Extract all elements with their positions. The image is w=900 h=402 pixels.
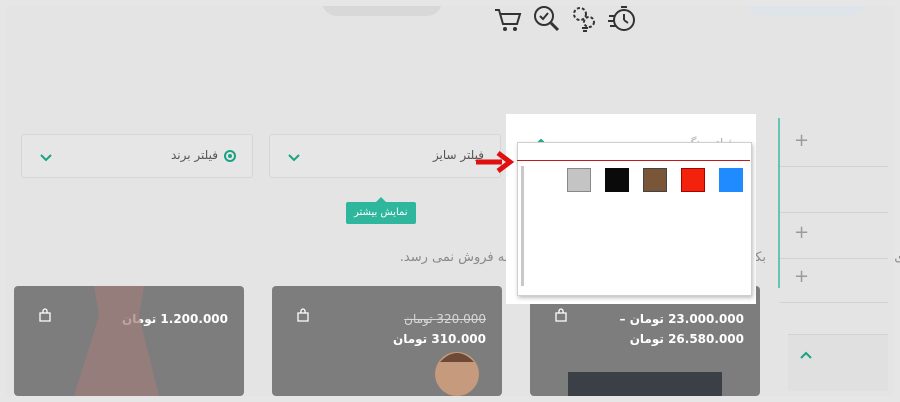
gears-icon: [573, 7, 595, 32]
decorative-shape: [746, 6, 866, 16]
sidebar-item[interactable]: +: [780, 258, 888, 303]
cart-icon: [495, 9, 522, 31]
notice-start: ای: [894, 250, 900, 265]
color-swatch-gray[interactable]: [567, 168, 591, 192]
show-more-button[interactable]: نمایش بیشتر: [346, 197, 416, 224]
search-check-icon: [534, 6, 560, 32]
filter-label: فیلتر برند: [171, 148, 218, 162]
sidebar-filters: + + +: [780, 118, 888, 318]
plus-icon[interactable]: +: [794, 266, 809, 287]
product-image: [435, 352, 479, 396]
plus-icon[interactable]: +: [794, 130, 809, 151]
sidebar-item[interactable]: +: [780, 212, 888, 259]
sidebar-collapsible[interactable]: [788, 334, 888, 391]
shopping-bag-icon[interactable]: [38, 308, 52, 322]
radio-dot-icon: [224, 149, 236, 162]
product-image: [74, 286, 159, 396]
color-swatch-black[interactable]: [605, 168, 629, 192]
chevron-down-icon: [288, 154, 300, 162]
sidebar-item: [780, 166, 888, 213]
arrow-right-icon: [476, 151, 514, 173]
chevron-down-icon: [40, 154, 52, 162]
color-dropdown: [517, 142, 752, 296]
color-swatch-brown[interactable]: [643, 168, 667, 192]
size-filter[interactable]: فیلتر سایز: [269, 134, 501, 178]
shopping-bag-icon[interactable]: [554, 308, 568, 322]
stopwatch-icon: [608, 6, 635, 31]
color-swatch-red[interactable]: [681, 168, 705, 192]
sidebar-item[interactable]: +: [780, 118, 888, 167]
shopping-bag-icon[interactable]: [296, 308, 310, 322]
brand-filter[interactable]: فیلتر برند: [21, 134, 253, 178]
decorative-shape: [322, 6, 442, 16]
plus-icon[interactable]: +: [794, 222, 809, 243]
product-old-price: 320.000 تومان: [404, 312, 486, 326]
underline: [517, 160, 750, 161]
dropdown-scrollbar[interactable]: [521, 166, 524, 286]
color-swatch-blue[interactable]: [719, 168, 743, 192]
product-price: 23.000.000 تومان –: [619, 312, 744, 326]
product-price-max: 26.580.000 تومان: [629, 332, 744, 346]
chevron-up-icon[interactable]: [798, 347, 814, 363]
feature-icons: [492, 0, 638, 36]
product-card[interactable]: 320.000 تومان 310.000 تومان: [272, 286, 502, 396]
product-card[interactable]: 1.200.000 تومان: [14, 286, 244, 396]
product-image: [568, 372, 722, 396]
